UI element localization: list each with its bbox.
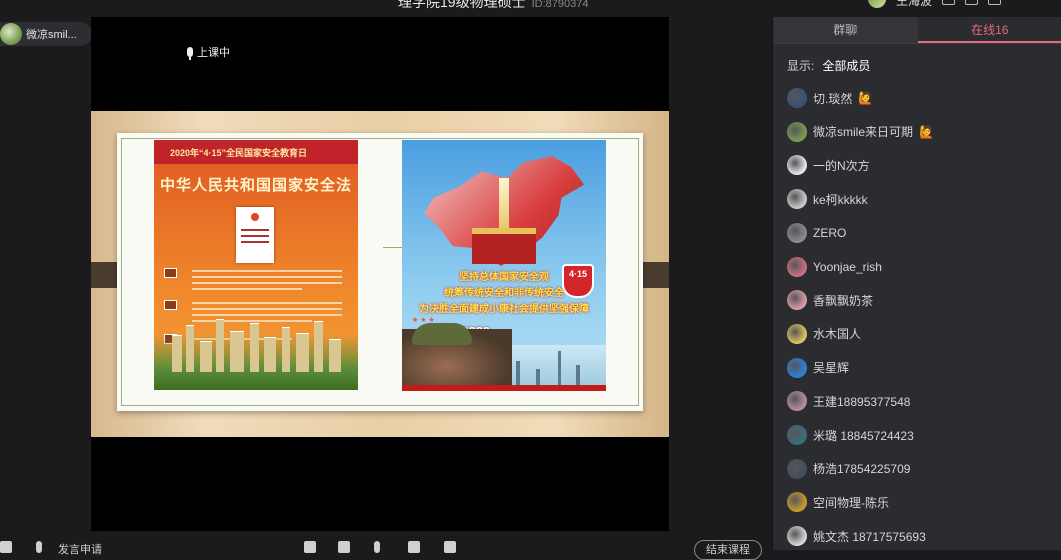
title-bar: 理学院19级物理硕士 ID:8790374 (0, 0, 772, 16)
slide-paper: 2020年“4·15”全民国家安全教育日 中华人民共和国国家安全法 (117, 133, 643, 411)
host-area: 王海波 (868, 0, 1061, 8)
bottom-toolbar: 发言申请 结束课程 (0, 531, 772, 550)
member-avatar (787, 358, 807, 378)
member-name: 水木国人 (813, 325, 861, 342)
class-status-label: 上课中 (197, 44, 230, 60)
tiananmen-image (472, 228, 536, 264)
screen-share-icon[interactable] (338, 541, 350, 553)
member-name: 吴星辉 (813, 359, 849, 376)
city-skyline-image (154, 320, 358, 390)
member-avatar (787, 459, 807, 479)
filter-value[interactable]: 全部成员 (822, 59, 870, 73)
pen-icon[interactable] (408, 541, 420, 553)
member-item[interactable]: 王建18895377548 (787, 390, 910, 412)
member-name: Yoonjae_rish (813, 260, 882, 274)
minimize-icon[interactable] (988, 0, 1001, 5)
member-avatar (787, 324, 807, 344)
member-item[interactable]: ke柯kkkkk (787, 188, 868, 210)
poster-title: 中华人民共和国国家安全法 (154, 174, 358, 195)
class-name: 理学院19级物理硕士 (398, 0, 526, 10)
member-item[interactable]: 吴星辉 (787, 357, 849, 379)
member-item[interactable]: ZERO (787, 222, 846, 244)
member-item[interactable]: 一的N次方 (787, 154, 870, 176)
camera-icon[interactable] (304, 541, 316, 553)
mic-icon[interactable] (374, 541, 380, 553)
member-avatar (787, 425, 807, 445)
tab-group-chat[interactable]: 群聊 (773, 17, 918, 43)
member-name: 一的N次方 (813, 157, 870, 174)
member-avatar (787, 391, 807, 411)
soldiers-image (402, 329, 512, 391)
microphone-icon (187, 47, 193, 57)
member-item[interactable]: 香飘飘奶茶 (787, 289, 873, 311)
share-icon[interactable] (965, 0, 978, 5)
bullet-icon (164, 300, 177, 310)
member-name: 杨浩17854225709 (813, 460, 910, 477)
presenter-name: 微凉smil... (26, 26, 77, 42)
end-class-button[interactable]: 结束课程 (694, 540, 762, 560)
filter-label: 显示: (787, 59, 814, 73)
member-avatar (787, 492, 807, 512)
volume-icon[interactable] (0, 541, 12, 553)
member-avatar (787, 88, 807, 108)
member-item[interactable]: 空间物理-陈乐 (787, 491, 889, 513)
member-filter[interactable]: 显示: 全部成员 (787, 57, 870, 74)
presentation-stage: 上课中 2020年“4·15”全民国家安全教育日 中华人民共和国国家安全法 (91, 17, 669, 531)
settings-icon[interactable] (942, 0, 955, 5)
presenter-avatar (0, 23, 22, 45)
member-name: 微凉smile来日可期 (813, 123, 913, 140)
member-avatar (787, 526, 807, 546)
poster-header: 2020年“4·15”全民国家安全教育日 (170, 146, 307, 159)
host-name: 王海波 (896, 0, 932, 9)
room-id: ID:8790374 (532, 0, 589, 10)
side-panel: 群聊 在线16 显示: 全部成员 切.琰然 🙋 微凉smile来日可期 🙋 一的N次方 ke… (772, 17, 1061, 550)
member-name: ke柯kkkkk (813, 191, 868, 208)
hand-raise-icon[interactable] (36, 541, 42, 553)
poster-security-law: 2020年“4·15”全民国家安全教育日 中华人民共和国国家安全法 (154, 140, 358, 390)
member-item[interactable]: 微凉smile来日可期 🙋 (787, 121, 934, 143)
shared-slide: 2020年“4·15”全民国家安全教育日 中华人民共和国国家安全法 (91, 111, 669, 437)
member-avatar (787, 155, 807, 175)
raise-hand-icon: 🙋 (858, 91, 873, 105)
member-name: 米璐 18845724423 (813, 427, 914, 444)
member-item[interactable]: 杨浩17854225709 (787, 458, 910, 480)
poster-line-3: 为决胜全面建成小康社会提供坚强保障 (402, 300, 606, 315)
member-item[interactable]: 切.琰然 🙋 (787, 87, 873, 109)
host-avatar[interactable] (868, 0, 886, 8)
bullet-icon (164, 268, 177, 278)
raise-hand-icon: 🙋 (919, 125, 934, 139)
member-name: 王建18895377548 (813, 393, 910, 410)
member-name: ZERO (813, 226, 846, 240)
tab-online[interactable]: 在线16 (918, 17, 1061, 43)
member-item[interactable]: 米璐 18845724423 (787, 424, 914, 446)
member-name: 空间物理-陈乐 (813, 494, 889, 511)
music-icon[interactable] (444, 541, 456, 553)
poster-footer-bar (402, 385, 606, 391)
member-name: 姚文杰 18717575693 (813, 528, 926, 545)
member-item[interactable]: 姚文杰 18717575693 (787, 525, 926, 547)
poster-line-2: 统筹传统安全和非传统安全 (402, 284, 606, 299)
member-item[interactable]: Yoonjae_rish (787, 256, 882, 278)
class-status: 上课中 (187, 44, 230, 60)
member-name: 切.琰然 (813, 90, 852, 107)
poster-line-1: 坚持总体国家安全观 (402, 268, 606, 283)
law-book-image (236, 207, 274, 263)
poster-security-day: 4·15 坚持总体国家安全观 统筹传统安全和非传统安全 为决胜全面建成小康社会提… (402, 140, 606, 391)
member-avatar (787, 189, 807, 209)
member-name: 香飘飘奶茶 (813, 292, 873, 309)
member-avatar (787, 122, 807, 142)
speak-request-button[interactable]: 发言申请 (58, 541, 102, 557)
member-avatar (787, 257, 807, 277)
member-avatar (787, 290, 807, 310)
window-title: 理学院19级物理硕士 ID:8790374 (398, 0, 588, 12)
member-avatar (787, 223, 807, 243)
presenter-tag[interactable]: 微凉smil... (0, 22, 92, 46)
member-item[interactable]: 水木国人 (787, 323, 861, 345)
panel-tabs: 群聊 在线16 (773, 17, 1061, 44)
